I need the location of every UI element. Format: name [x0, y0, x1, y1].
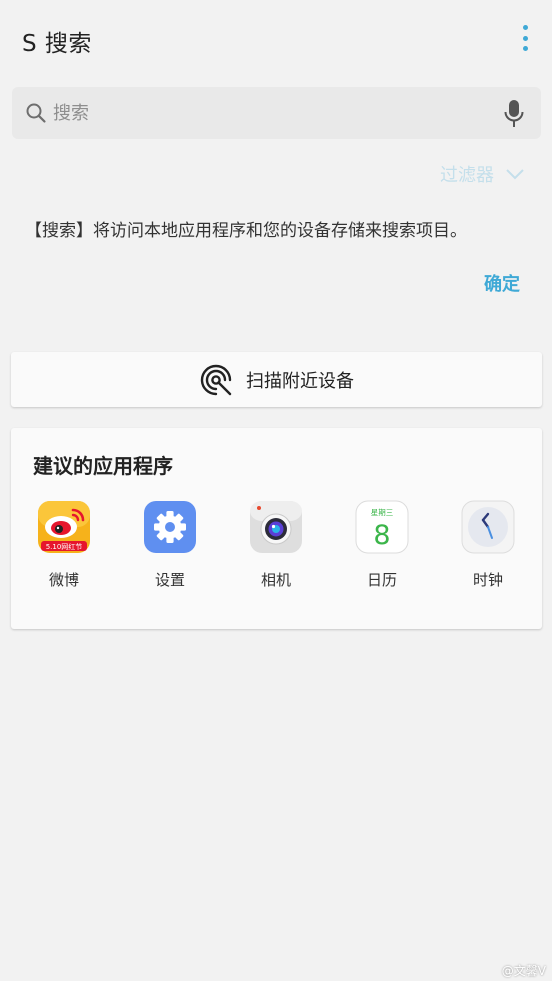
clock-icon: [461, 500, 515, 554]
search-input[interactable]: [53, 97, 493, 129]
svg-text:星期三: 星期三: [371, 508, 394, 517]
app-header: S 搜索: [0, 0, 552, 76]
calendar-icon: 星期三 8: [355, 500, 409, 554]
app-calendar[interactable]: 星期三 8 日历: [337, 500, 427, 590]
nearby-scan-icon: [200, 364, 232, 395]
app-label: 相机: [260, 571, 291, 589]
svg-text:5.10网红节: 5.10网红节: [46, 542, 83, 551]
s-search-screen: S 搜索 过滤器 【搜索】将访问本地应用程序和您的设备存储来搜索项目。 确定: [0, 0, 552, 981]
suggested-apps-card: 建议的应用程序 5.10网红节 微博 设置 相机 星期三 8 日历 时钟: [11, 428, 542, 629]
settings-gear-icon: [144, 501, 196, 553]
filter-label: 过滤器: [440, 165, 494, 186]
app-clock[interactable]: 时钟: [443, 500, 533, 590]
scan-nearby-devices-button[interactable]: 扫描附近设备: [11, 352, 542, 407]
watermark: @文馨V: [501, 964, 546, 978]
search-icon: [26, 103, 46, 123]
chevron-down-icon: [506, 169, 524, 180]
weibo-icon: 5.10网红节: [38, 501, 90, 553]
app-settings[interactable]: 设置: [125, 500, 215, 590]
confirm-button[interactable]: 确定: [484, 270, 520, 296]
app-weibo[interactable]: 5.10网红节 微博: [19, 500, 109, 590]
svg-text:8: 8: [373, 520, 390, 551]
filter-dropdown[interactable]: 过滤器: [440, 160, 524, 188]
search-bar: [12, 87, 541, 139]
suggested-apps-title: 建议的应用程序: [33, 454, 173, 478]
app-label: 微博: [48, 571, 79, 589]
app-label: 日历: [366, 571, 397, 589]
more-vert-icon[interactable]: [520, 25, 530, 51]
app-label: 设置: [154, 571, 185, 589]
app-camera[interactable]: 相机: [231, 500, 321, 590]
app-label: 时钟: [472, 571, 503, 589]
scan-label: 扫描附近设备: [246, 370, 354, 392]
microphone-icon[interactable]: [503, 99, 525, 129]
page-title: S 搜索: [22, 31, 92, 57]
permission-notice: 【搜索】将访问本地应用程序和您的设备存储来搜索项目。: [25, 221, 467, 241]
camera-icon: [250, 501, 302, 553]
